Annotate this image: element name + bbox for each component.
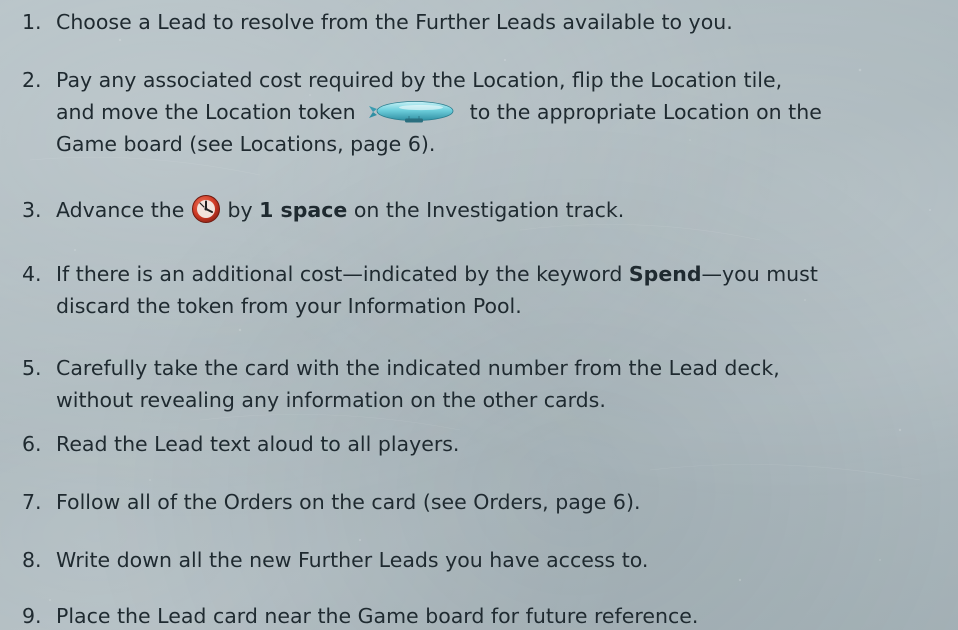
step-9: 9. Place the Lead card near the Game boar… bbox=[22, 600, 942, 630]
step-number: 9. bbox=[22, 604, 42, 628]
step-text: Place the Lead card near the Game board … bbox=[56, 604, 699, 628]
step-number: 6. bbox=[22, 432, 42, 456]
step-5: 5. Carefully take the card with the indic… bbox=[22, 352, 942, 416]
step-text: Read the Lead text aloud to all players. bbox=[56, 432, 460, 456]
step-number: 7. bbox=[22, 490, 42, 514]
step-text: If there is an additional cost—indicated… bbox=[56, 262, 623, 286]
step-text: Carefully take the card with the indicat… bbox=[56, 356, 780, 380]
step-number: 4. bbox=[22, 262, 42, 286]
step-text: Game board (see Locations, page 6). bbox=[56, 132, 436, 156]
step-4-line-2: discard the token from your Information … bbox=[22, 290, 942, 322]
step-text: —you must bbox=[701, 262, 818, 286]
step-number: 3. bbox=[22, 198, 42, 222]
step-2-line-2: and move the Location token to the appro… bbox=[22, 96, 942, 128]
step-8: 8. Write down all the new Further Leads y… bbox=[22, 544, 942, 576]
step-text: Write down all the new Further Leads you… bbox=[56, 548, 649, 572]
clock-marker-icon bbox=[191, 194, 221, 224]
step-number: 5. bbox=[22, 356, 42, 380]
step-1: 1. Choose a Lead to resolve from the Furt… bbox=[22, 6, 942, 38]
step-number: 1. bbox=[22, 10, 42, 34]
step-6: 6. Read the Lead text aloud to all player… bbox=[22, 428, 942, 460]
step-4: 4. If there is an additional cost—indicat… bbox=[22, 258, 942, 322]
step-text: by bbox=[227, 198, 253, 222]
step-2-line-3: Game board (see Locations, page 6). bbox=[22, 128, 942, 160]
step-text: without revealing any information on the… bbox=[56, 388, 606, 412]
step-7: 7. Follow all of the Orders on the card (… bbox=[22, 486, 942, 518]
step-3: 3. Advance the by 1 space on the Investi… bbox=[22, 194, 942, 226]
step-4-line-1: 4. If there is an additional cost—indicat… bbox=[22, 258, 942, 290]
step-2: 2. Pay any associated cost required by th… bbox=[22, 64, 942, 160]
step-5-line-1: 5. Carefully take the card with the indic… bbox=[22, 352, 942, 384]
step-text: discard the token from your Information … bbox=[56, 294, 522, 318]
step-text: and move the Location token bbox=[56, 100, 356, 124]
step-text: Advance the bbox=[56, 198, 185, 222]
step-text: to the appropriate Location on the bbox=[469, 100, 822, 124]
step-text: Choose a Lead to resolve from the Furthe… bbox=[56, 10, 733, 34]
step-number: 8. bbox=[22, 548, 42, 572]
step-5-line-2: without revealing any information on the… bbox=[22, 384, 942, 416]
step-bold-text: 1 space bbox=[259, 198, 348, 222]
step-text: Pay any associated cost required by the … bbox=[56, 68, 783, 92]
step-2-line-1: 2. Pay any associated cost required by th… bbox=[22, 64, 942, 96]
keyword-spend: Spend bbox=[628, 262, 702, 286]
step-text: Follow all of the Orders on the card (se… bbox=[56, 490, 641, 514]
step-text: on the Investigation track. bbox=[353, 198, 625, 222]
airship-token-icon bbox=[368, 99, 457, 125]
step-number: 2. bbox=[22, 68, 42, 92]
